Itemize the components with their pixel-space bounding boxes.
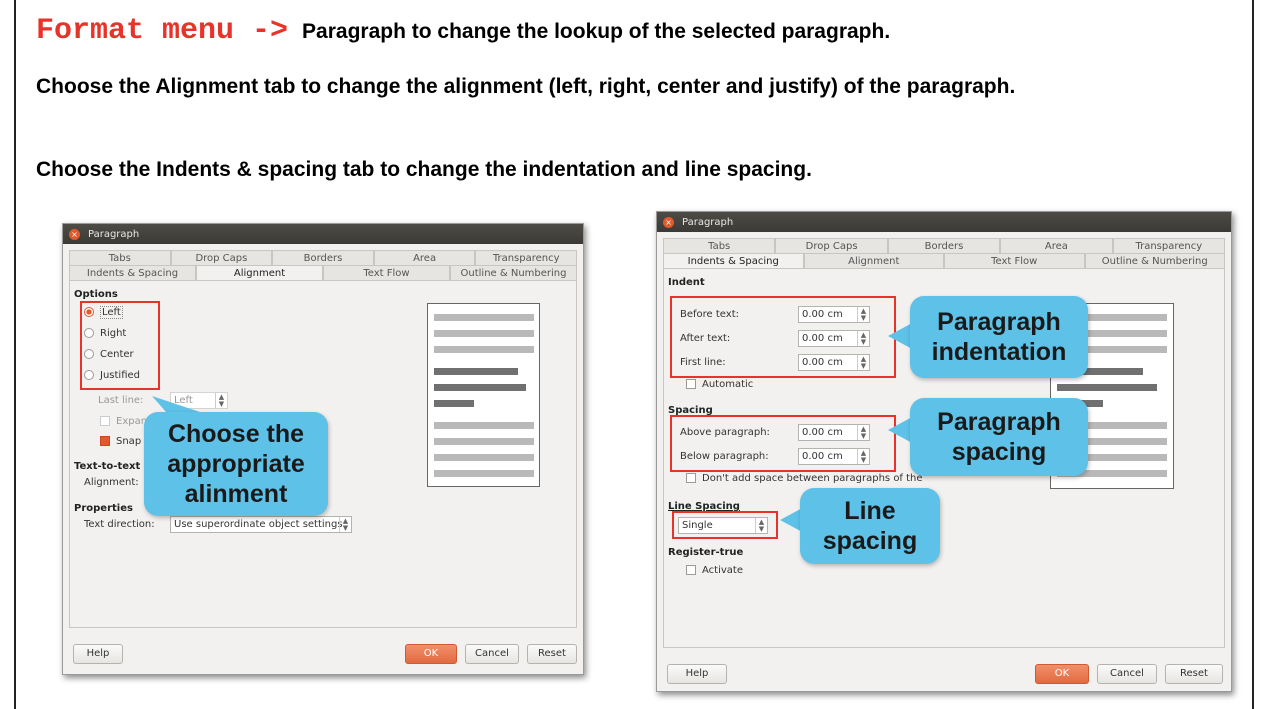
tab-tabs[interactable]: Tabs [663,238,776,253]
alignment-preview [427,303,540,487]
tab-borders[interactable]: Borders [272,250,374,265]
reset-button[interactable]: Reset [1165,664,1223,684]
tab-area[interactable]: Area [373,250,476,265]
tab-indents-spacing[interactable]: Indents & Spacing [663,253,804,268]
tab-indents-spacing[interactable]: Indents & Spacing [69,265,196,280]
tab-borders[interactable]: Borders [887,238,1001,253]
dont-add-label: Don't add space between paragraphs of th… [702,473,923,484]
dont-add-check-icon [686,473,696,483]
options-label: Options [74,289,118,300]
spacing-highlight [670,415,896,472]
snap-check-icon [100,436,110,446]
ok-button[interactable]: OK [1035,664,1089,684]
dialog-titlebar: × Paragraph [63,224,583,244]
alignment-label: Alignment: [84,477,139,488]
text-direction-value: Use superordinate object settings [174,519,343,530]
indent-highlight [670,296,896,378]
snap-label: Snap [116,436,142,447]
activate-label: Activate [702,565,743,576]
close-icon[interactable]: × [69,228,80,240]
tab-alignment[interactable]: Alignment [196,265,323,280]
callout-line-spacing: Line spacing [800,488,940,564]
cancel-button[interactable]: Cancel [1097,664,1157,684]
activate-check-icon [686,565,696,575]
tab-outline-numbering[interactable]: Outline & Numbering [1084,253,1225,268]
text-direction-label: Text direction: [84,519,155,530]
text-direction-select[interactable]: Use superordinate object settings ▲ ▼ [170,516,352,533]
callout-choose-alignment: Choose the appropriate alinment [144,412,328,516]
callout-paragraph-spacing: Paragraph spacing [910,398,1088,476]
dialog-titlebar: × Paragraph [657,212,1231,232]
callout-paragraph-indentation: Paragraph indentation [910,296,1088,378]
reset-button[interactable]: Reset [527,644,577,664]
register-true-label: Register-true [668,547,744,558]
indent-instruction: Choose the Indents & spacing tab to chan… [36,158,812,181]
dialog-title: Paragraph [682,216,734,228]
last-line-label: Last line: [98,395,144,406]
alignment-highlight [80,301,160,390]
snap-checkbox[interactable]: Snap [100,436,141,447]
heading: Format menu -> Paragraph to change the l… [36,14,890,54]
spin-arrows-icon: ▲ ▼ [339,517,351,532]
callout-tails-right [780,322,914,534]
help-button[interactable]: Help [73,644,123,664]
tab-text-flow[interactable]: Text Flow [323,265,450,280]
dialog-title: Paragraph [88,228,140,240]
activate-checkbox[interactable]: Activate [686,565,743,576]
tab-outline-numbering[interactable]: Outline & Numbering [450,265,577,280]
tab-tabs[interactable]: Tabs [69,250,171,265]
tab-area[interactable]: Area [1000,238,1113,253]
automatic-label: Automatic [702,379,754,390]
line-spacing-highlight [672,511,778,539]
tab-alignment[interactable]: Alignment [803,253,944,268]
spin-arrows-icon: ▲ ▼ [215,393,227,408]
text-to-text-label: Text-to-text [74,461,141,472]
automatic-check-icon [686,379,696,389]
tab-strip: Tabs Drop Caps Borders Area Transparency… [663,238,1226,268]
automatic-checkbox[interactable]: Automatic [686,379,753,390]
format-menu-prefix: Format menu -> [36,14,289,48]
cancel-button[interactable]: Cancel [465,644,519,664]
ok-button[interactable]: OK [405,644,457,664]
tab-text-flow[interactable]: Text Flow [944,253,1085,268]
help-button[interactable]: Help [667,664,727,684]
dont-add-space-checkbox[interactable]: Don't add space between paragraphs of th… [686,473,923,484]
expand-check-icon [100,416,110,426]
properties-label: Properties [74,503,133,514]
heading-text: Paragraph to change the lookup of the se… [302,20,891,43]
indent-label: Indent [668,277,705,288]
tab-drop-caps[interactable]: Drop Caps [170,250,273,265]
alignment-instruction: Choose the Alignment tab to change the a… [36,75,1016,98]
tab-transparency[interactable]: Transparency [475,250,577,265]
tab-transparency[interactable]: Transparency [1112,238,1226,253]
close-icon[interactable]: × [663,216,674,228]
tab-strip: Tabs Drop Caps Borders Area Transparency… [69,250,577,280]
tab-drop-caps[interactable]: Drop Caps [775,238,888,253]
